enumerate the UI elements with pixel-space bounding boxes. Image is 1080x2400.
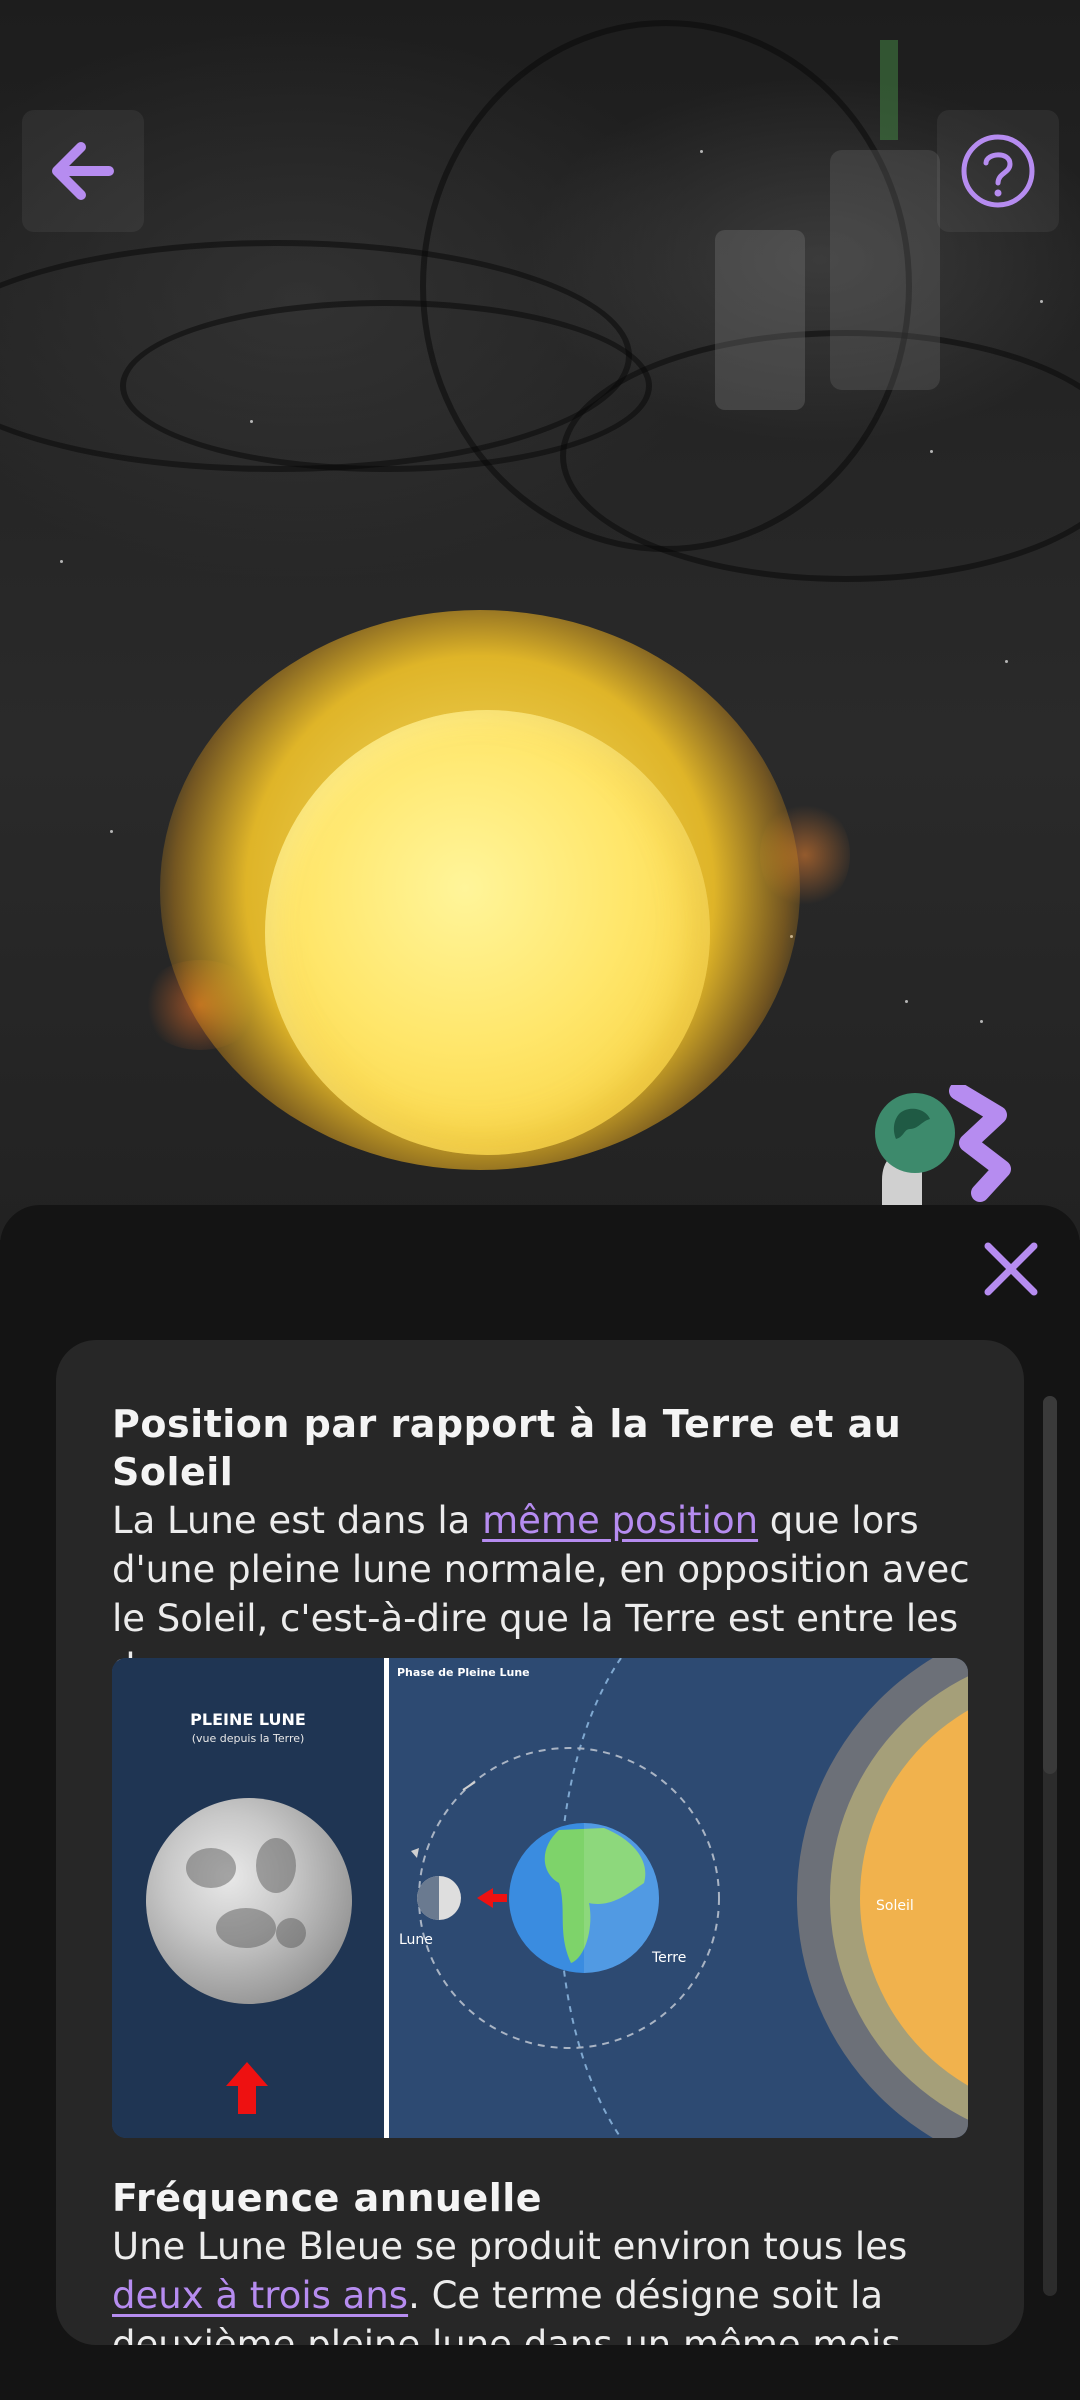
- info-card[interactable]: Position par rapport à la Terre et au So…: [56, 1340, 1024, 2345]
- diagram-left-subtitle: (vue depuis la Terre): [191, 1732, 305, 1745]
- section-frequency: Fréquence annuelle Une Lune Bleue se pro…: [112, 2174, 982, 2345]
- sun-3d-model[interactable]: [265, 710, 710, 1155]
- section-title: Position par rapport à la Terre et au So…: [112, 1402, 902, 1494]
- app-logo-icon: [875, 1085, 1011, 1205]
- orbit-diagram: [411, 1658, 720, 2138]
- help-button[interactable]: [937, 110, 1059, 232]
- red-arrow-up-icon: [226, 2062, 268, 2114]
- question-circle-icon: [961, 134, 1035, 208]
- section-text: Une Lune Bleue se produit environ tous l…: [112, 2225, 908, 2345]
- sun-label: Soleil: [876, 1898, 914, 1914]
- arrow-left-icon: [52, 142, 114, 200]
- glossary-link[interactable]: même position: [482, 1499, 758, 1542]
- ar-camera-view: [0, 0, 1080, 1240]
- glossary-link[interactable]: deux à trois ans: [112, 2274, 408, 2317]
- back-button[interactable]: [22, 110, 144, 232]
- diagram-left-title: PLEINE LUNE: [190, 1710, 306, 1729]
- moon-phase-diagram: PLEINE LUNE (vue depuis la Terre) Phase …: [112, 1658, 968, 2138]
- moon-label: Lune: [399, 1932, 433, 1948]
- background-object: [715, 230, 805, 410]
- scrollbar-thumb[interactable]: [1043, 1396, 1057, 1774]
- section-position: Position par rapport à la Terre et au So…: [112, 1400, 982, 1692]
- full-moon-image: [146, 1798, 352, 2004]
- background-object: [830, 150, 940, 390]
- earth-label: Terre: [652, 1950, 687, 1966]
- background-object: [880, 40, 898, 140]
- close-icon[interactable]: [980, 1238, 1042, 1300]
- section-title: Fréquence annuelle: [112, 2176, 543, 2220]
